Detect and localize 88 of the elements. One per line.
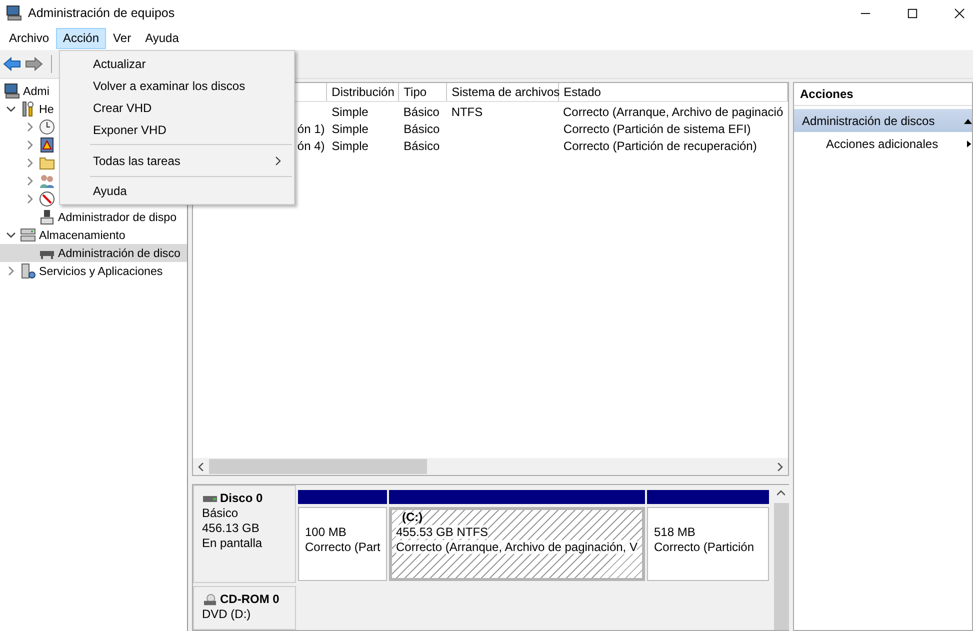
menu-item[interactable]: Acción — [56, 28, 106, 48]
chevron-right-icon — [274, 156, 282, 166]
table-cell: Básico — [404, 138, 440, 152]
table-cell: Correcto (Partición de sistema EFI) — [563, 122, 751, 136]
partition-block[interactable]: 518 MB Correcto (Partición — [647, 507, 769, 581]
chevron-down-icon[interactable] — [6, 104, 16, 114]
users-icon — [39, 173, 55, 189]
menu-item[interactable]: Actualizar — [60, 53, 294, 75]
column-header[interactable]: Distribución — [326, 83, 399, 101]
column-header[interactable]: Estado — [558, 83, 788, 101]
chevron-right-icon[interactable] — [25, 194, 35, 204]
tree-label: Administración de disco — [58, 246, 180, 260]
table-cell: Simple — [332, 122, 368, 136]
tools-icon — [20, 101, 36, 117]
tree-label: Administrador de dispo — [58, 210, 177, 224]
tree-label: Admi — [23, 84, 50, 98]
table-cell: Básico — [404, 122, 440, 136]
disk-label-panel[interactable]: CD-ROM 0 DVD (D:) — [193, 586, 296, 630]
forward-arrow-icon[interactable] — [25, 57, 43, 71]
disk-info: 456.13 GB — [202, 521, 260, 536]
table-cell: Correcto (Partición de recuperación) — [563, 138, 757, 152]
tree-item[interactable]: Servicios y Aplicaciones — [0, 262, 165, 280]
menu-item[interactable]: Ayuda — [138, 28, 186, 48]
disk-info: DVD (D:) — [202, 607, 252, 622]
table-cell: Correcto (Arranque, Archivo de paginació — [563, 104, 784, 118]
column-header[interactable]: Sistema de archivos — [446, 83, 559, 101]
chevron-right-icon[interactable] — [25, 158, 35, 168]
tree-item[interactable]: He — [0, 100, 56, 118]
table-cell: ón 4) — [297, 138, 325, 152]
actions-section[interactable]: Administración de discos — [794, 109, 972, 132]
maximize-icon[interactable] — [907, 8, 918, 18]
table-cell: Simple — [332, 104, 368, 118]
horizontal-scrollbar[interactable] — [193, 458, 788, 475]
scroll-up-icon[interactable] — [777, 489, 785, 497]
chevron-right-icon[interactable] — [6, 266, 16, 276]
window-title: Administración de equipos — [28, 6, 175, 20]
submenu-item[interactable]: Todas las tareas — [60, 148, 294, 173]
expand-triangle-icon[interactable] — [967, 140, 972, 148]
menu-item[interactable]: Ayuda — [60, 180, 294, 202]
menu-item[interactable]: Ver — [106, 28, 138, 48]
partition-status: Correcto (Arranque, Archivo de paginación, V — [396, 540, 638, 555]
partition-name: (C:) — [401, 510, 424, 525]
disk-name: Disco 0 — [220, 491, 263, 506]
vertical-scrollbar[interactable] — [773, 485, 789, 630]
menu-item[interactable]: Archivo — [2, 28, 56, 48]
action-link[interactable]: Acciones adicionales — [794, 132, 972, 156]
close-icon[interactable] — [954, 8, 965, 18]
folder-icon — [39, 155, 55, 171]
disk-info: Básico — [202, 506, 240, 521]
tree-item[interactable]: Administración de disco — [0, 244, 187, 262]
tree-item[interactable]: Almacenamiento — [0, 226, 128, 244]
cd-drive-icon — [202, 594, 218, 606]
column-header[interactable]: Tipo — [398, 83, 447, 101]
tree-label: He — [39, 102, 54, 116]
chevron-down-icon[interactable] — [6, 230, 16, 240]
tree-label: Servicios y Aplicaciones — [39, 264, 163, 278]
partition-status: Correcto (Partición — [654, 540, 756, 555]
actions-title: Acciones — [794, 83, 972, 106]
computer-icon — [6, 5, 22, 21]
disk-info: En pantalla — [202, 536, 264, 551]
menu-item[interactable]: Volver a examinar los discos — [60, 75, 294, 97]
table-cell: ón 1) — [297, 122, 325, 136]
collapse-triangle-icon[interactable] — [964, 118, 972, 124]
table-cell: NTFS — [451, 104, 483, 118]
computer-icon — [4, 83, 20, 99]
disk-name: CD-ROM 0 — [220, 592, 280, 607]
clock-icon — [39, 119, 55, 135]
partition-size: 455.53 GB NTFS — [396, 525, 490, 540]
partition-block[interactable]: 100 MB Correcto (Part — [298, 507, 387, 581]
tree-label: Almacenamiento — [39, 228, 126, 242]
menu-item[interactable]: Crear VHD — [60, 97, 294, 119]
menu-item[interactable]: Exponer VHD — [60, 119, 294, 141]
partition-block[interactable]: (C:) 455.53 GB NTFS Correcto (Arranque, Archivo de paginación, V — [389, 507, 645, 581]
chevron-right-icon[interactable] — [25, 122, 35, 132]
chevron-right-icon[interactable] — [25, 140, 35, 150]
tree-item[interactable]: Administrador de dispo — [0, 208, 179, 226]
partition-status: Correcto (Part — [305, 540, 380, 555]
table-cell: Simple — [332, 138, 368, 152]
device-icon — [39, 209, 55, 225]
back-arrow-icon[interactable] — [3, 57, 21, 71]
log-book-icon — [39, 137, 55, 153]
disk-label-panel[interactable]: Disco 0 Básico 456.13 GB En pantalla — [193, 485, 296, 583]
scroll-right-icon[interactable] — [776, 462, 784, 470]
chevron-right-icon[interactable] — [25, 176, 35, 186]
storage-icon — [20, 227, 36, 243]
tree-item[interactable]: Admi — [0, 82, 52, 100]
scroll-left-icon[interactable] — [197, 462, 205, 470]
table-cell: Básico — [403, 104, 440, 118]
